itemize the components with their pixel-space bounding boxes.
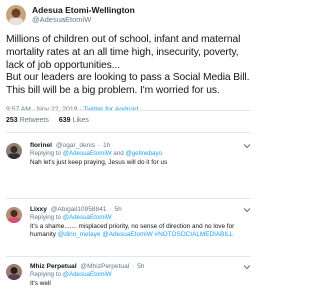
- reply-avatar[interactable]: [6, 143, 22, 159]
- reply-tweet[interactable]: Mhiz Perpetual @MhizPerpetual · 5h Reply…: [0, 261, 257, 300]
- mention-link[interactable]: @AdesuaEtomiW: [63, 271, 112, 278]
- chevron-down-icon[interactable]: [243, 207, 251, 213]
- replying-and: and: [113, 150, 124, 157]
- reply-time[interactable]: 1h: [103, 142, 110, 149]
- mention-link[interactable]: @getinebayo: [125, 150, 162, 157]
- reply-tweet[interactable]: florinel @ogar_denis · 1h Replying to @A…: [0, 139, 257, 179]
- chevron-down-icon[interactable]: [243, 264, 251, 270]
- divider: [6, 256, 251, 257]
- replying-prefix: Replying to: [30, 214, 61, 221]
- replying-to: Replying to @AdesuaEtomiW and @getinebay…: [30, 150, 253, 158]
- tweet-text-line: Millions of children out of school, infa…: [6, 34, 241, 45]
- likes-label: Likes: [72, 117, 89, 124]
- author-handle[interactable]: @AdesuaEtomiW: [32, 15, 135, 25]
- meta-separator: ·: [109, 206, 112, 213]
- chevron-down-icon[interactable]: [243, 143, 251, 149]
- meta-separator: ·: [98, 142, 101, 149]
- tweet-author[interactable]: Adesua Etomi-Wellington @AdesuaEtomiW: [6, 4, 251, 26]
- likes-count: 639: [58, 117, 71, 124]
- tweet-text-line: lack of job opportunities...: [6, 59, 120, 71]
- mention-link[interactable]: @AdesuaEtomiW: [63, 150, 112, 157]
- tweet-text-line: But our leaders are looking to pass a So…: [6, 72, 250, 84]
- reply-avatar[interactable]: [6, 207, 22, 223]
- reply-text: Nah let's just keep praying, Jesus will …: [30, 159, 168, 166]
- reply-author-name[interactable]: Mhiz Perpetual: [30, 263, 77, 270]
- reply-time[interactable]: 5h: [137, 263, 144, 270]
- reply-avatar[interactable]: [6, 264, 22, 280]
- mention-link[interactable]: @dino_melaye: [58, 231, 101, 238]
- retweets-stat[interactable]: 253 Retweets: [6, 117, 49, 124]
- divider: [6, 110, 251, 111]
- divider: [6, 198, 251, 199]
- author-avatar[interactable]: [6, 5, 26, 25]
- retweets-label: Retweets: [19, 117, 49, 124]
- tweet-stats: 253 Retweets 639 Likes: [6, 117, 89, 124]
- reply-text-line: It's a shame....... misplaced priority, …: [30, 223, 235, 230]
- replying-to: Replying to @AdesuaEtomiW: [30, 271, 253, 279]
- tweet-text-line: This bill will be a big problem. I'm wor…: [6, 85, 220, 97]
- reply-text-line: humanity @dino_melaye @AdesuaEtomiW #NOT…: [30, 231, 253, 239]
- reply-author-handle[interactable]: @ogar_denis: [56, 142, 95, 149]
- meta-separator: ·: [132, 263, 135, 270]
- replying-prefix: Replying to: [30, 150, 61, 157]
- divider: [6, 132, 251, 133]
- reply-time[interactable]: 5h: [114, 206, 121, 213]
- mention-link[interactable]: @AdesuaEtomiW: [102, 231, 153, 238]
- retweets-count: 253: [6, 117, 18, 124]
- reply-tweet[interactable]: Lixxy @Abigail10958841 · 5h Replying to …: [0, 204, 257, 256]
- reply-text: It's a shame....... misplaced priority, …: [30, 223, 253, 240]
- likes-stat[interactable]: 639 Likes: [59, 117, 89, 124]
- reply-author-name[interactable]: Lixxy: [30, 206, 47, 213]
- replying-prefix: Replying to: [30, 271, 61, 278]
- author-display-name[interactable]: Adesua Etomi-Wellington: [32, 5, 135, 15]
- replying-to: Replying to @AdesuaEtomiW: [30, 214, 253, 222]
- hashtag-link[interactable]: #NOTOSOCIALMEDIABILL: [155, 231, 234, 238]
- tweet-text-line: mortality rates at an all time high, ins…: [6, 46, 239, 58]
- mention-link[interactable]: @AdesuaEtomiW: [63, 214, 112, 221]
- reply-text: It's well: [30, 280, 51, 287]
- reply-author-name[interactable]: florinel: [30, 142, 52, 149]
- reply-text-fragment: humanity: [30, 231, 56, 239]
- tweet-text: Millions of children out of school, infa…: [6, 34, 251, 98]
- reply-author-handle[interactable]: @Abigail10958841: [51, 206, 107, 213]
- reply-author-handle[interactable]: @MhizPerpetual: [80, 263, 129, 270]
